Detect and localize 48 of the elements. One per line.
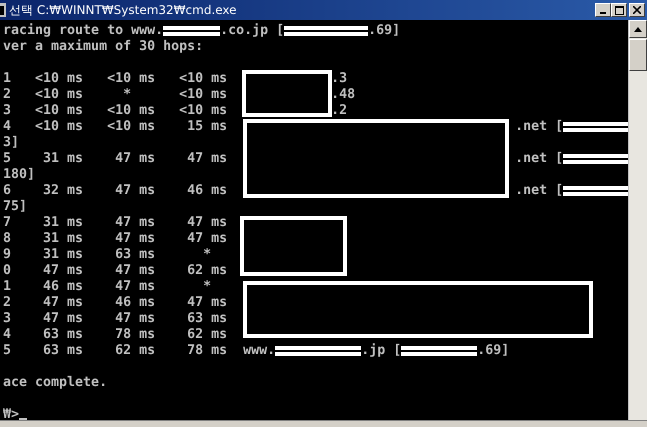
console-text: .net [ [515,151,564,167]
console-text: 4 <10 ms <10 ms 15 ms [3,119,228,135]
redaction-bar [563,154,628,164]
console-text: .2 [331,103,348,119]
scroll-up-button[interactable] [629,20,647,38]
scrollbar-track[interactable] [628,20,647,420]
console-text: 3 <10 ms <10 ms <10 ms [3,103,228,119]
scrollbar-thumb[interactable] [629,39,647,71]
console-text: .69] [477,343,510,359]
console-text: 3] [3,135,20,151]
console-text: 1 46 ms 47 ms * [3,279,212,295]
close-icon [633,6,641,14]
console-text: 3 47 ms 47 ms 63 ms [3,311,228,327]
console-text: 0 47 ms 47 ms 62 ms [3,263,228,279]
console-text: .jp [ [361,343,402,359]
console-text: .net [ [515,119,564,135]
console-text: ace complete. [3,375,108,391]
console-text: .48 [331,87,356,103]
console-text: 180] [3,167,36,183]
redaction-bar [163,26,220,36]
console-text: 7 31 ms 47 ms 47 ms [3,215,228,231]
console-text: racing route to www. [3,23,164,39]
up-arrow-icon [634,26,642,32]
console-text: 5 31 ms 47 ms 47 ms [3,151,228,167]
console-text: 2 <10 ms * <10 ms [3,87,228,103]
maximize-button[interactable] [611,3,627,17]
redaction-bar [563,122,628,132]
text-cursor [19,418,28,420]
console-text: .69] [368,23,400,39]
console-text: ₩> [3,407,20,420]
console-text: .net [ [515,183,564,199]
redaction-bar [563,186,628,196]
console-text: 9 31 ms 63 ms * [3,247,212,263]
window-title: 선택 C:₩WINNT₩System32₩cmd.exe [9,2,237,19]
close-button[interactable] [629,3,645,17]
console-text: 2 47 ms 46 ms 47 ms [3,295,228,311]
console-text: 4 63 ms 78 ms 62 ms [3,327,228,343]
console-text: 6 32 ms 47 ms 46 ms [3,183,228,199]
maximize-icon [614,6,624,14]
console-text: ver a maximum of 30 hops: [3,39,204,55]
console-text: .3 [331,71,348,87]
minimize-button[interactable] [595,3,611,17]
console-text: 5 63 ms 62 ms 78 ms [3,343,228,359]
console-text: 8 31 ms 47 ms 47 ms [3,231,228,247]
console-text: 1 <10 ms <10 ms <10 ms [3,71,228,87]
console-text: .co.jp [ [220,23,284,39]
console-text: www. [243,343,276,359]
console-text: 75] [3,199,28,215]
